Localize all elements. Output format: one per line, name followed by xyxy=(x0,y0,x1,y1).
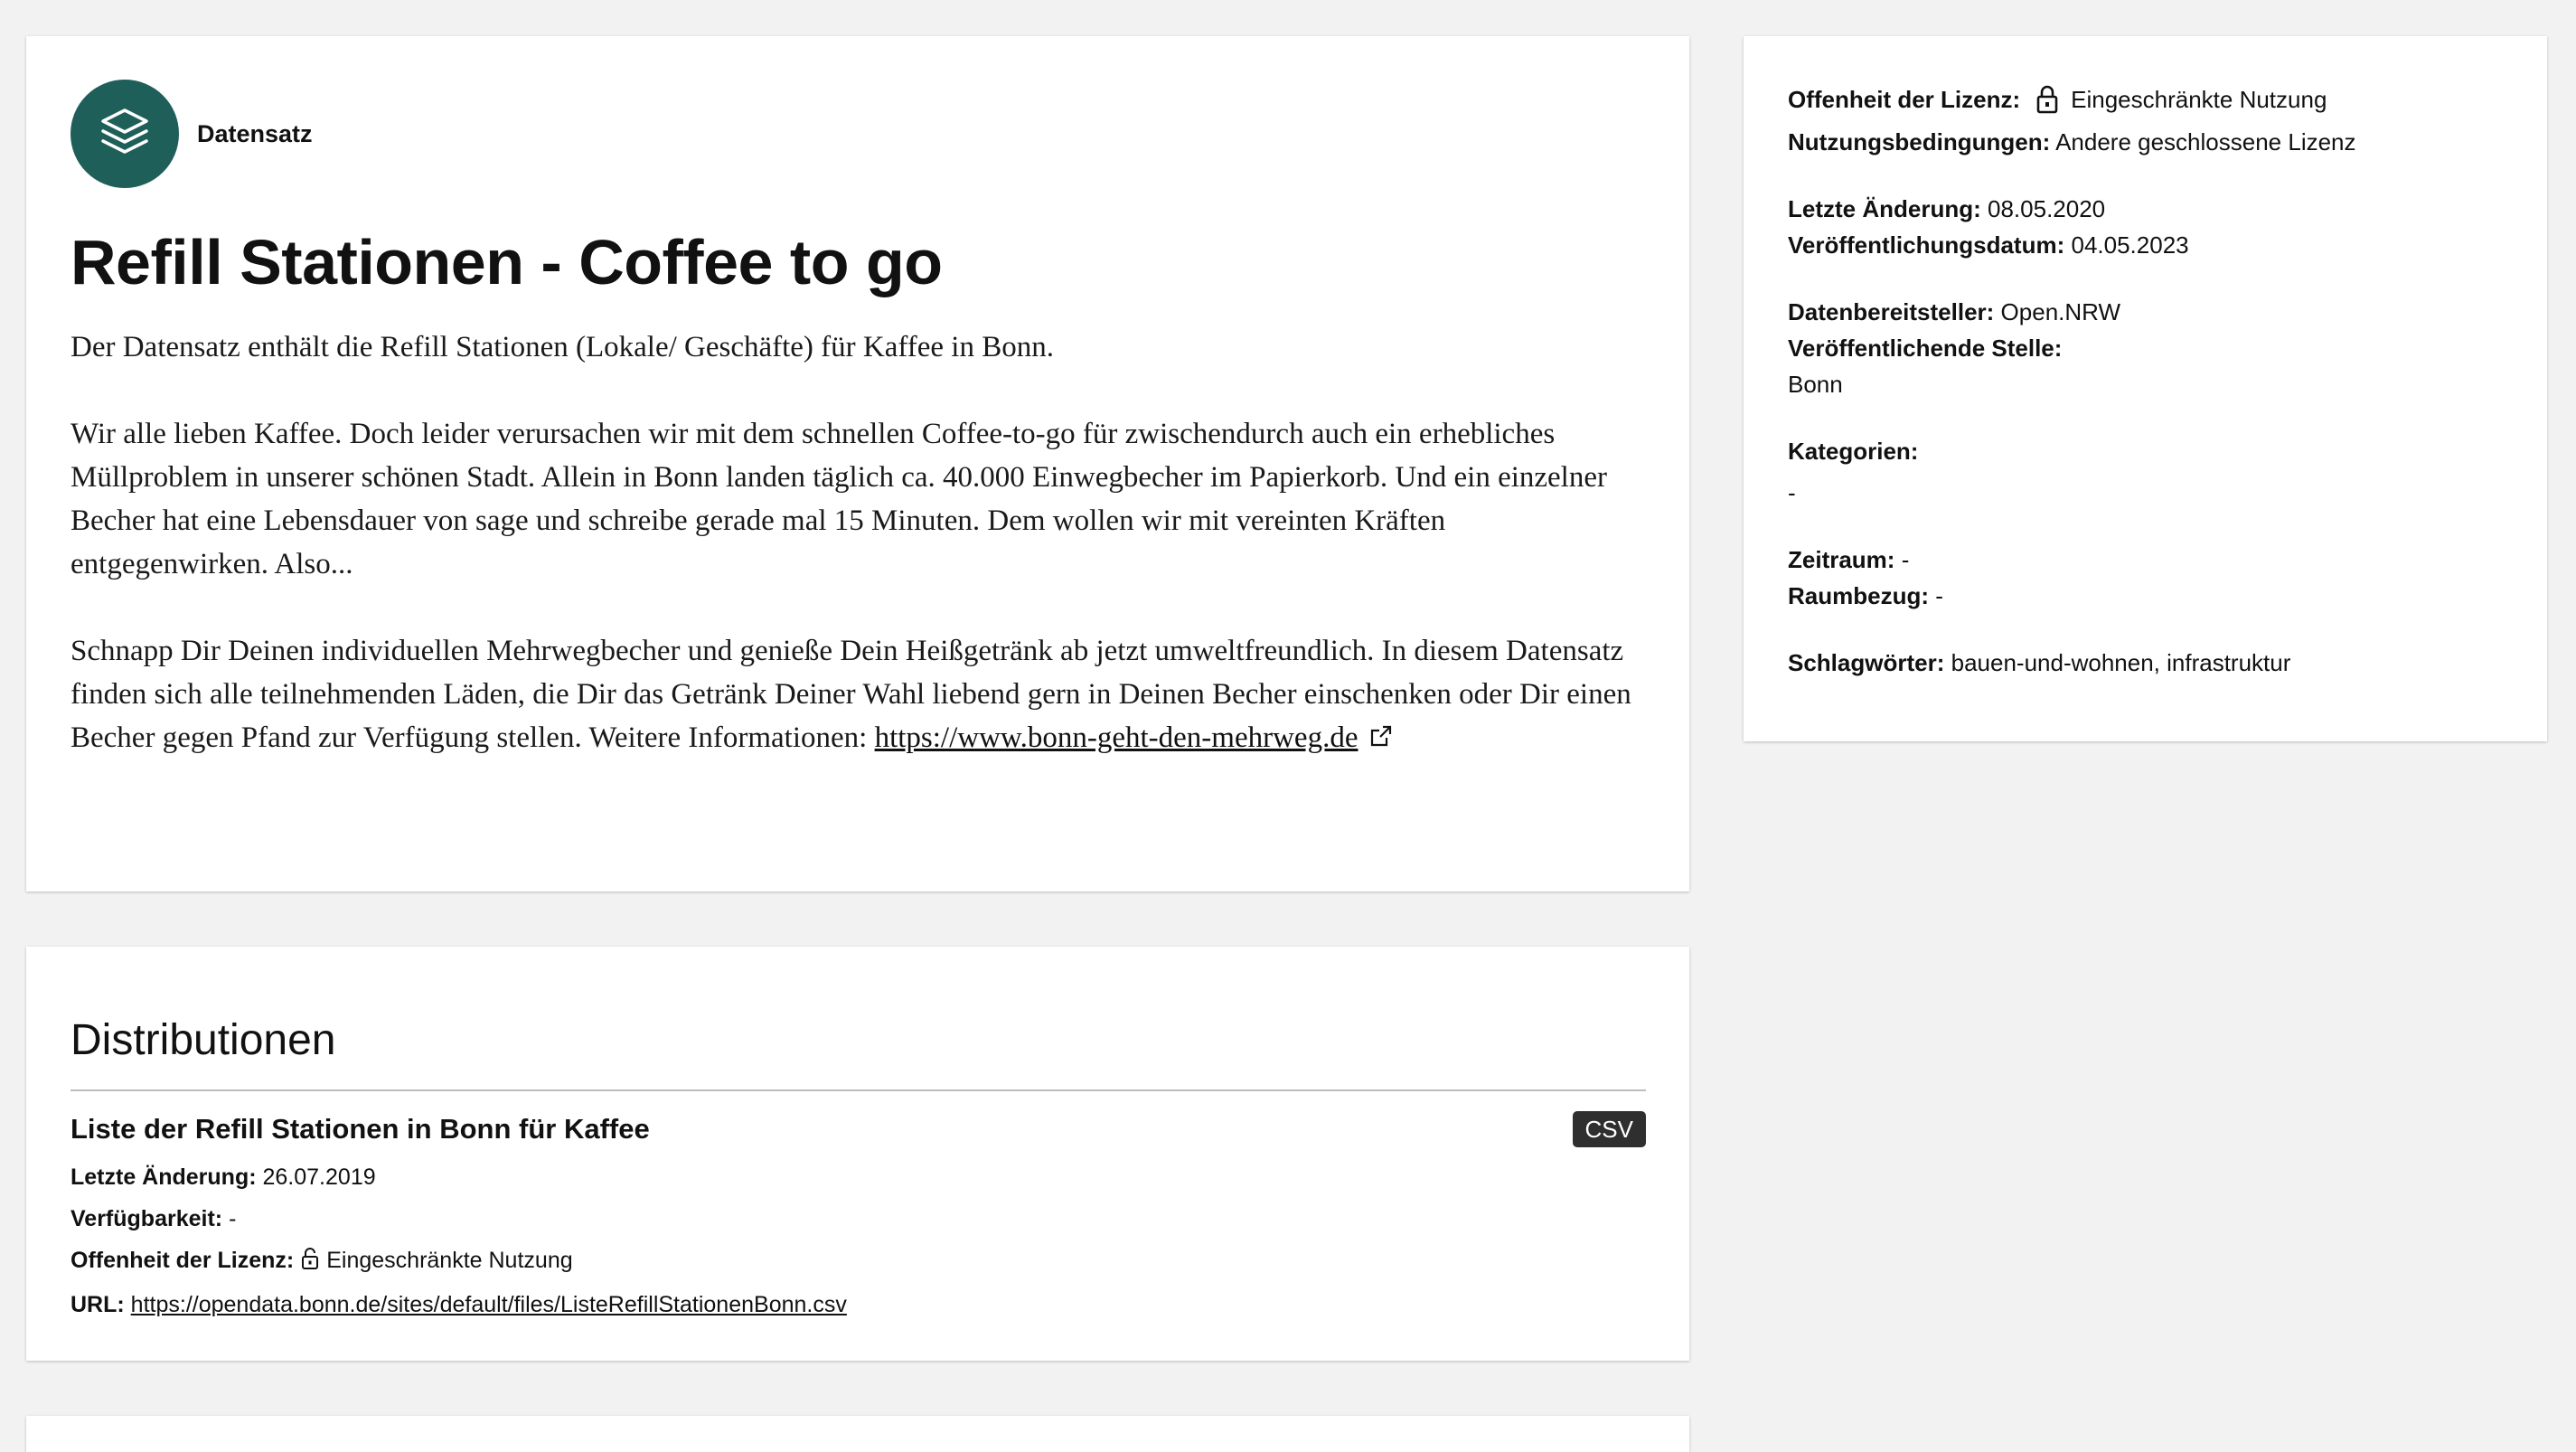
terms-row: Nutzungsbedingungen: Andere geschlossene… xyxy=(1788,124,2504,160)
terms-value: Andere geschlossene Lizenz xyxy=(2055,128,2356,156)
spatial-label: Raumbezug: xyxy=(1788,582,1929,609)
next-section-card xyxy=(26,1416,1689,1452)
distribution-last-modified-label: Letzte Änderung: xyxy=(71,1164,257,1190)
keywords-group: Schlagwörter: bauen-und-wohnen, infrastr… xyxy=(1788,645,2504,681)
distributions-divider xyxy=(71,1089,1646,1091)
license-openness-row: Offenheit der Lizenz: Eingeschränkte Nutz… xyxy=(1788,81,2504,124)
page-title: Refill Stationen - Coffee to go xyxy=(71,227,943,297)
timespan-row: Zeitraum: - xyxy=(1788,542,2504,578)
badge-circle xyxy=(71,80,179,188)
external-link-icon xyxy=(1368,718,1394,761)
provider-row: Datenbereitsteller: Open.NRW xyxy=(1788,294,2504,330)
provider-group: Datenbereitsteller: Open.NRW Veröffentli… xyxy=(1788,294,2504,402)
keywords-value: bauen-und-wohnen, infrastruktur xyxy=(1951,649,2291,676)
categories-label-text: Kategorien: xyxy=(1788,438,1919,465)
categories-value: - xyxy=(1788,479,1796,506)
keywords-label: Schlagwörter: xyxy=(1788,649,1945,676)
publisher-row: Veröffentlichende Stelle: xyxy=(1788,330,2504,366)
distribution-last-modified-row: Letzte Änderung: 26.07.2019 xyxy=(71,1156,1646,1198)
terms-label: Nutzungsbedingungen: xyxy=(1788,128,2051,156)
dates-group: Letzte Änderung: 08.05.2020 Veröffentlic… xyxy=(1788,191,2504,263)
last-modified-value: 08.05.2020 xyxy=(1988,195,2106,222)
last-modified-label: Letzte Änderung: xyxy=(1788,195,1981,222)
dataset-description: Der Datensatz enthält die Refill Station… xyxy=(71,325,1646,761)
publisher-label: Veröffentlichende Stelle: xyxy=(1788,335,2063,362)
distribution-url-link[interactable]: https://opendata.bonn.de/sites/default/f… xyxy=(131,1292,847,1317)
timespan-value: - xyxy=(1901,546,1910,573)
published-label: Veröffentlichungsdatum: xyxy=(1788,231,2065,259)
publisher-value: Bonn xyxy=(1788,371,1843,398)
categories-group: Kategorien: - xyxy=(1788,433,2504,511)
spatial-row: Raumbezug: - xyxy=(1788,578,2504,614)
distribution-item: Liste der Refill Stationen in Bonn für K… xyxy=(71,1111,1646,1325)
distributions-heading: Distributionen xyxy=(71,1016,336,1064)
lock-icon xyxy=(2036,85,2058,124)
distribution-last-modified-value: 26.07.2019 xyxy=(262,1164,376,1190)
more-info-link[interactable]: https://www.bonn-geht-den-mehrweg.de xyxy=(875,721,1359,754)
license-group: Offenheit der Lizenz: Eingeschränkte Nutz… xyxy=(1788,81,2504,160)
last-modified-row: Letzte Änderung: 08.05.2020 xyxy=(1788,191,2504,227)
distribution-license-value: Eingeschränkte Nutzung xyxy=(326,1248,573,1273)
metadata-sidebar: Offenheit der Lizenz: Eingeschränkte Nutz… xyxy=(1744,36,2547,741)
timespan-label: Zeitraum: xyxy=(1788,546,1895,573)
distribution-url-label: URL: xyxy=(71,1292,125,1317)
lock-icon xyxy=(301,1242,319,1284)
spatial-value: - xyxy=(1935,582,1943,609)
dataset-type-label: Datensatz xyxy=(197,119,313,147)
distribution-license-label: Offenheit der Lizenz: xyxy=(71,1248,295,1273)
format-badge: CSV xyxy=(1572,1111,1646,1147)
description-paragraph-3-text: Schnapp Dir Deinen individuellen Mehrweg… xyxy=(71,635,1631,754)
distribution-license-row: Offenheit der Lizenz: Eingeschränkte Nutz… xyxy=(71,1240,1646,1284)
keywords-row: Schlagwörter: bauen-und-wohnen, infrastr… xyxy=(1788,645,2504,681)
distribution-availability-row: Verfügbarkeit: - xyxy=(71,1198,1646,1240)
distribution-name[interactable]: Liste der Refill Stationen in Bonn für K… xyxy=(71,1111,1646,1147)
distributions-card: Distributionen Liste der Refill Statione… xyxy=(26,947,1689,1361)
published-value: 04.05.2023 xyxy=(2071,231,2189,259)
license-openness-value: Eingeschränkte Nutzung xyxy=(2071,86,2327,113)
coverage-group: Zeitraum: - Raumbezug: - xyxy=(1788,542,2504,614)
categories-label: Kategorien: xyxy=(1788,433,2504,469)
provider-value: Open.NRW xyxy=(2000,298,2120,325)
description-paragraph-1: Der Datensatz enthält die Refill Station… xyxy=(71,331,1054,363)
layers-icon xyxy=(96,103,154,165)
provider-label: Datenbereitsteller: xyxy=(1788,298,1995,325)
distribution-availability-label: Verfügbarkeit: xyxy=(71,1206,223,1231)
dataset-card: Datensatz Refill Stationen - Coffee to g… xyxy=(26,36,1689,891)
description-paragraph-3: Schnapp Dir Deinen individuellen Mehrweg… xyxy=(71,629,1646,761)
published-row: Veröffentlichungsdatum: 04.05.2023 xyxy=(1788,227,2504,263)
description-paragraph-2: Wir alle lieben Kaffee. Doch leider veru… xyxy=(71,418,1607,580)
distribution-availability-value: - xyxy=(229,1206,237,1231)
license-openness-label: Offenheit der Lizenz: xyxy=(1788,86,2021,113)
distribution-url-row: URL: https://opendata.bonn.de/sites/defa… xyxy=(71,1284,1646,1325)
dataset-type-badge: Datensatz xyxy=(71,80,1646,188)
